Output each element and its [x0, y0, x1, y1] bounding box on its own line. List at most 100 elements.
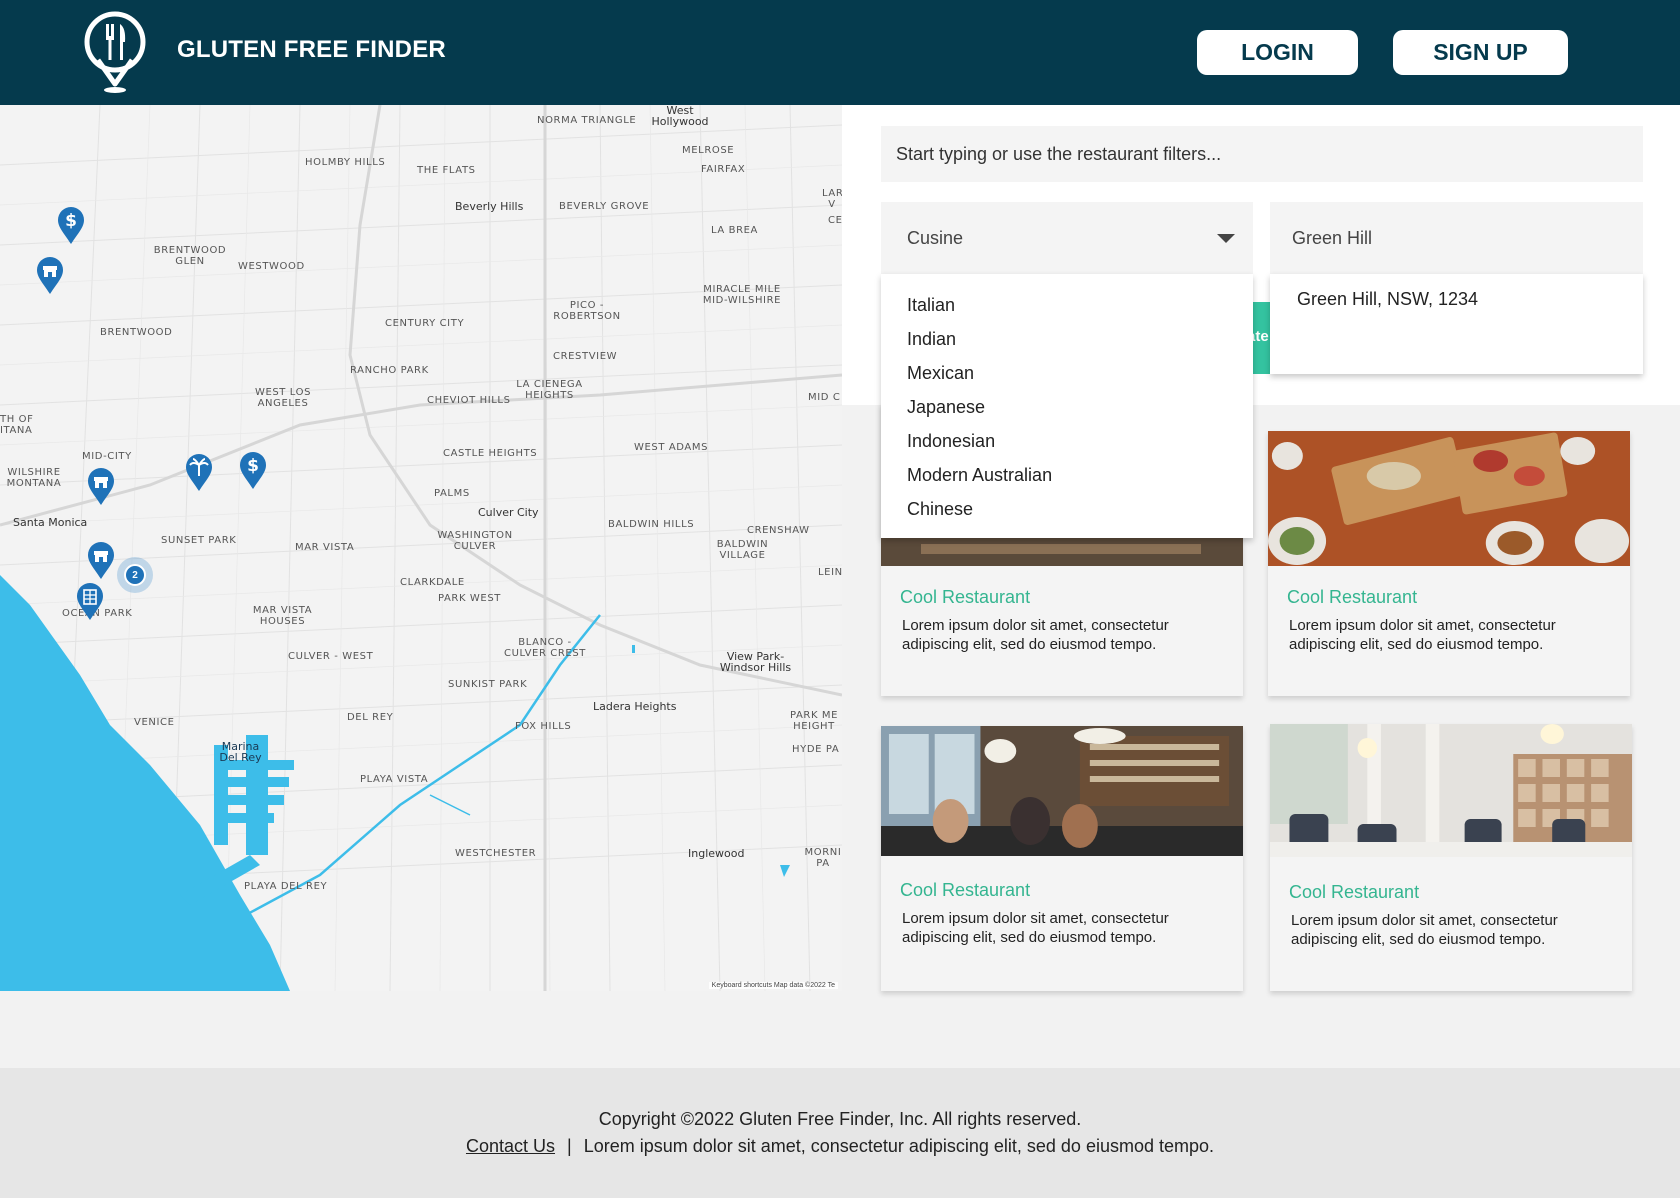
map-label-mid-city: MID-CITY [82, 451, 132, 462]
map-label-venice: VENICE [134, 717, 175, 728]
map-label-westwood: WESTWOOD [238, 261, 305, 272]
restaurant-photo [1270, 724, 1632, 857]
cuisine-option-mexican[interactable]: Mexican [881, 356, 1253, 390]
card-title[interactable]: Cool Restaurant [1289, 882, 1419, 903]
map-label-clarkdale: CLARKDALE [400, 577, 465, 588]
cuisine-option-modern-australian[interactable]: Modern Australian [881, 458, 1253, 492]
map-label-castle-heights: CASTLE HEIGHTS [443, 448, 538, 459]
map-label-la-v: LAR V [822, 188, 842, 210]
map-label-norma-triangle: NORMA TRIANGLE [537, 115, 637, 126]
map-label-view-park: View Park-Windsor Hills [719, 650, 792, 674]
map-label-mar-vista: MAR VISTA [295, 542, 355, 553]
map-label-beverly-grove: BEVERLY GROVE [559, 201, 650, 212]
cuisine-option-indian[interactable]: Indian [881, 322, 1253, 356]
map-cluster-marker[interactable]: 2 [117, 557, 153, 593]
map-label-west-adams: WEST ADAMS [634, 442, 709, 453]
cuisine-select-label: Cusine [907, 227, 964, 248]
map-label-wilshire-montana: WILSHIRE MONTANA [6, 467, 62, 489]
map-label-pico-robertson: PICO - ROBERTSON [553, 300, 621, 322]
footer-separator: | [567, 1136, 572, 1156]
map-label-holmby-hills: HOLMBY HILLS [305, 157, 386, 168]
footer [0, 1068, 1680, 1198]
map-label-miracle-mile: MIRACLE MILE MID-WILSHIRE [702, 284, 782, 306]
map-label-blanco-culver: BLANCO - CULVER CREST [504, 637, 586, 659]
location-suggestion-menu: Green Hill, NSW, 1234 [1270, 274, 1643, 374]
dollar-pin-icon[interactable]: $ [239, 452, 267, 490]
cuisine-dropdown-menu: Italian Indian Mexican Japanese Indonesi… [881, 274, 1253, 538]
footer-tagline: Lorem ipsum dolor sit amet, consectetur … [583, 1136, 1215, 1156]
map-label-inglewood: Inglewood [688, 847, 745, 860]
map-label-th-of-itana: TH OF ITANA [0, 414, 34, 436]
filter-apply-button[interactable]: ate [1253, 302, 1270, 374]
restaurant-map[interactable]: NORMA TRIANGLE West Hollywood HOLMBY HIL… [0, 105, 842, 991]
map-label-la-brea: LA BREA [711, 225, 758, 236]
map-label-palms: PALMS [434, 488, 470, 499]
map-label-playa-del-rey: PLAYA DEL REY [244, 881, 328, 892]
map-label-la-cienega: LA CIENEGA HEIGHTS [516, 379, 583, 401]
map-label-westchester: WESTCHESTER [455, 848, 537, 859]
map-label-ladera-heights: Ladera Heights [593, 700, 677, 713]
filter-apply-label: ate [1253, 328, 1269, 345]
map-label-west-hollywood: West Hollywood [651, 105, 709, 128]
map-label-marina-del-rey: Marina Del Rey [219, 740, 262, 764]
restaurant-card[interactable]: Cool Restaurant Lorem ipsum dolor sit am… [1268, 431, 1630, 696]
map-label-mar-vista-houses: MAR VISTA HOUSES [252, 605, 313, 627]
signup-button[interactable]: SIGN UP [1393, 30, 1568, 75]
map-label-brentwood-glen: BRENTWOOD GLEN [153, 245, 227, 267]
cuisine-select[interactable]: Cusine [881, 202, 1253, 274]
map-label-morning: MORNI PA [804, 847, 842, 869]
shop-pin-icon[interactable] [87, 542, 115, 580]
shop-pin-icon[interactable] [87, 468, 115, 506]
map-label-century-city: CENTURY CITY [385, 318, 465, 329]
card-title[interactable]: Cool Restaurant [900, 880, 1030, 901]
cuisine-option-chinese[interactable]: Chinese [881, 492, 1253, 526]
dollar-pin-icon[interactable]: $ [57, 207, 85, 245]
map-label-beverly-hills: Beverly Hills [455, 200, 524, 213]
footer-links: Contact Us | Lorem ipsum dolor sit amet, c… [0, 1136, 1680, 1157]
map-label-baldwin-village: BALDWIN VILLAGE [716, 539, 769, 561]
hotel-pin-icon[interactable] [76, 583, 104, 621]
map-label-west-la: WEST LOS ANGELES [254, 387, 312, 409]
card-description: Lorem ipsum dolor sit amet, consectetur … [1289, 617, 1556, 653]
map-label-crenshaw: CRENSHAW [747, 525, 810, 536]
palm-tree-pin-icon[interactable] [185, 454, 213, 492]
restaurant-photo [1268, 431, 1630, 566]
map-label-rancho-park: RANCHO PARK [350, 365, 429, 376]
fork-knife-location-pin-icon[interactable] [84, 10, 146, 94]
login-button[interactable]: LOGIN [1197, 30, 1358, 75]
restaurant-card[interactable]: Cool Restaurant Lorem ipsum dolor sit am… [1270, 724, 1632, 991]
chevron-down-icon [1217, 234, 1235, 243]
map-label-cheviot-hills: CHEVIOT HILLS [427, 395, 511, 406]
location-input-value: Green Hill [1292, 227, 1373, 248]
restaurant-search-input[interactable] [881, 126, 1643, 182]
map-label-the-flats: THE FLATS [417, 165, 476, 176]
map-label-fairfax: FAIRFAX [701, 164, 746, 175]
cuisine-option-japanese[interactable]: Japanese [881, 390, 1253, 424]
map-label-sunkist-park: SUNKIST PARK [448, 679, 528, 690]
map-label-leimert: LEIN [818, 567, 842, 578]
map-label-playa-vista: PLAYA VISTA [360, 774, 429, 785]
cuisine-option-indonesian[interactable]: Indonesian [881, 424, 1253, 458]
map-label-mid-c: MID C [808, 392, 841, 403]
card-title[interactable]: Cool Restaurant [1287, 587, 1417, 608]
location-input[interactable]: Green Hill [1270, 202, 1643, 274]
shop-pin-icon[interactable] [36, 257, 64, 295]
card-description: Lorem ipsum dolor sit amet, consectetur … [1291, 912, 1558, 948]
card-title[interactable]: Cool Restaurant [900, 587, 1030, 608]
map-label-culver-city: Culver City [478, 506, 539, 519]
svg-text:$: $ [247, 456, 259, 476]
cuisine-option-italian[interactable]: Italian [881, 288, 1253, 322]
map-label-ce: CE [828, 215, 842, 226]
map-label-crestview: CRESTVIEW [553, 351, 618, 362]
map-label-fox-hills: FOX HILLS [515, 721, 572, 732]
contact-us-link[interactable]: Contact Us [466, 1136, 555, 1156]
map-label-del-rey: DEL REY [347, 712, 394, 723]
restaurant-card[interactable]: Cool Restaurant Lorem ipsum dolor sit am… [881, 726, 1243, 991]
map-label-baldwin-hills: BALDWIN HILLS [608, 519, 695, 530]
map-label-park-mesa: PARK ME HEIGHT [789, 710, 839, 732]
map-label-washington-culver: WASHINGTON CULVER [437, 530, 513, 552]
location-suggestion-item[interactable]: Green Hill, NSW, 1234 [1297, 289, 1643, 310]
map-attribution[interactable]: Keyboard shortcuts Map data ©2022 Te [708, 982, 838, 989]
brand-name: GLUTEN FREE FINDER [177, 36, 446, 63]
map-label-santa-monica: Santa Monica [13, 516, 88, 529]
